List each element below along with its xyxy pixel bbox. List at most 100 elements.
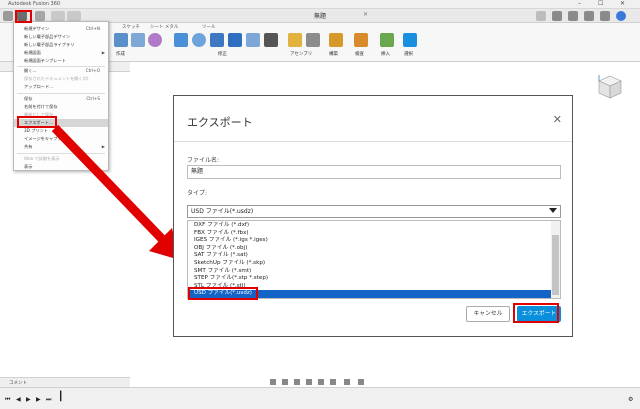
navigation-bar[interactable] <box>268 377 378 387</box>
menu-item-new-design[interactable]: 新規デザイン Ctrl+N <box>14 25 108 33</box>
app-title: Autodesk Fusion 360 <box>8 1 61 7</box>
menu-item-new-drawing-template[interactable]: 新規図面テンプレート <box>14 57 108 65</box>
filename-input[interactable]: 無題 <box>187 165 561 179</box>
comments-panel[interactable]: コメント <box>0 377 130 387</box>
viewcube-icon[interactable] <box>596 73 624 101</box>
assemble-new-component-icon[interactable] <box>288 33 302 47</box>
press-pull-icon[interactable] <box>174 33 188 47</box>
joint-icon[interactable] <box>306 33 320 47</box>
extensions-icon[interactable] <box>552 11 562 21</box>
comments-label: コメント <box>9 381 27 386</box>
pan-icon <box>294 379 300 385</box>
move-icon[interactable] <box>264 33 278 47</box>
ribbon-section-sheet-metal[interactable]: シート メタル <box>150 24 178 30</box>
menu-item-save-as[interactable]: 名前を付けて保存 <box>14 103 108 111</box>
type-label: タイプ: <box>187 190 208 197</box>
create-tool-icon[interactable] <box>114 33 128 47</box>
ribbon-group-create[interactable]: 作成 <box>116 51 125 57</box>
select-icon[interactable] <box>403 33 417 47</box>
menu-item-3d-print[interactable]: 3D プリント <box>14 127 108 135</box>
file-menu-dropdown: 新規デザイン Ctrl+N 新しい電子部品デザイン 新しい電子部品ライブラリ 新規… <box>13 21 109 171</box>
skip-start-icon[interactable]: ⏮ <box>5 396 10 404</box>
look-at-icon <box>282 379 288 385</box>
type-option[interactable]: DXF ファイル (*.dxf) <box>188 222 552 230</box>
close-tab-icon[interactable]: ✕ <box>363 11 368 18</box>
measure-icon[interactable] <box>354 33 368 47</box>
fit-icon <box>318 379 324 385</box>
grid-settings-icon <box>344 379 350 385</box>
new-tab-icon[interactable] <box>536 11 546 21</box>
orbit-icon <box>270 379 276 385</box>
fillet-icon[interactable] <box>192 33 206 47</box>
shell-icon[interactable] <box>210 33 224 47</box>
ribbon-group-modify[interactable]: 修正 <box>218 51 227 57</box>
title-bar: Autodesk Fusion 360 – ☐ ✕ <box>0 0 640 9</box>
minimize-icon[interactable]: – <box>578 0 581 7</box>
skip-end-icon[interactable]: ⏭ <box>46 396 51 404</box>
step-forward-icon[interactable]: ▶ <box>36 396 41 403</box>
display-settings-icon <box>330 379 336 385</box>
menu-divider <box>17 153 105 154</box>
step-back-icon[interactable]: ◀ <box>16 396 21 403</box>
close-window-icon[interactable]: ✕ <box>620 0 625 7</box>
menu-item-capture-image[interactable]: イメージをキャプチャ... <box>14 135 108 143</box>
save-icon[interactable] <box>35 11 45 21</box>
document-tab-title: 無題 <box>313 13 326 20</box>
form-tool-icon[interactable] <box>148 33 162 47</box>
dialog-title: エクスポート <box>187 116 253 129</box>
maximize-icon[interactable]: ☐ <box>598 0 603 7</box>
undo-icon[interactable] <box>51 11 65 21</box>
sketch-tool-icon[interactable] <box>131 33 145 47</box>
notifications-icon[interactable] <box>584 11 594 21</box>
chevron-down-icon <box>549 208 557 213</box>
document-tab[interactable]: 無題 ✕ <box>270 11 370 21</box>
export-item-highlight <box>17 116 57 128</box>
menu-item-new-electronics-library[interactable]: 新しい電子部品ライブラリ <box>14 41 108 49</box>
ribbon-section-tools[interactable]: ツール <box>202 24 216 30</box>
zoom-icon <box>306 379 312 385</box>
scrollbar-thumb[interactable] <box>552 235 559 295</box>
app-grid-icon[interactable] <box>3 11 13 21</box>
menu-item-view[interactable]: 表示 <box>14 163 108 171</box>
menu-item-save[interactable]: 保存 Ctrl+S <box>14 95 108 103</box>
cancel-button[interactable]: キャンセル <box>466 306 510 322</box>
menu-item-share[interactable]: 共有 ▶ <box>14 143 108 151</box>
menu-item-view-details-web: Web で詳細を表示 <box>24 156 60 161</box>
ribbon-group-inspect[interactable]: 検査 <box>355 51 364 57</box>
type-option[interactable]: SAT ファイル (*.sat) <box>188 252 552 260</box>
filename-label: ファイル名: <box>187 157 220 164</box>
list-scrollbar[interactable] <box>551 221 560 298</box>
help-icon[interactable] <box>600 11 610 21</box>
timeline-settings-icon[interactable]: ⚙ <box>628 396 633 403</box>
redo-icon[interactable] <box>67 11 81 21</box>
ribbon-group-select[interactable]: 選択 <box>404 51 413 57</box>
export-button-highlight <box>513 303 559 323</box>
type-select[interactable]: USD ファイル(*.usdz) <box>187 205 561 218</box>
menu-item-new-electronics-design[interactable]: 新しい電子部品デザイン <box>14 33 108 41</box>
submenu-arrow-icon: ▶ <box>101 144 105 149</box>
submenu-arrow-icon: ▶ <box>101 50 105 55</box>
job-status-icon[interactable] <box>568 11 578 21</box>
combine-icon[interactable] <box>228 33 242 47</box>
user-avatar[interactable] <box>616 11 626 21</box>
menu-item-upload[interactable]: アップロード... <box>14 83 108 91</box>
ribbon-group-assemble[interactable]: アセンブリ <box>290 51 312 57</box>
menu-item-new-drawing[interactable]: 新規図面 ▶ <box>14 49 108 57</box>
timeline-marker-icon[interactable]: ┃ <box>58 392 63 402</box>
type-select-value: USD ファイル(*.usdz) <box>191 208 254 215</box>
export-dialog: エクスポート ✕ ファイル名: 無題 タイプ: USD ファイル(*.usdz)… <box>173 95 573 337</box>
type-option[interactable]: IGES ファイル (*.igs *.iges) <box>188 237 552 245</box>
ribbon-group-insert[interactable]: 挿入 <box>381 51 390 57</box>
play-icon[interactable]: ▶ <box>26 396 31 403</box>
timeline-bar: ⏮ ◀ ▶ ▶ ⏭ ┃ ⚙ <box>0 387 640 409</box>
ribbon-group-construct[interactable]: 構築 <box>329 51 338 57</box>
menu-item-open[interactable]: 開く... Ctrl+O <box>14 67 108 75</box>
type-option[interactable]: SketchUp ファイル (*.skp) <box>188 260 552 268</box>
type-option[interactable]: STEP ファイル(*.stp *.step) <box>188 275 552 283</box>
offset-face-icon[interactable] <box>246 33 260 47</box>
insert-icon[interactable] <box>380 33 394 47</box>
ribbon-section-sketch[interactable]: スケッチ <box>122 24 140 30</box>
construct-plane-icon[interactable] <box>329 33 343 47</box>
usdz-option-highlight <box>188 287 258 300</box>
close-icon[interactable]: ✕ <box>553 113 562 126</box>
